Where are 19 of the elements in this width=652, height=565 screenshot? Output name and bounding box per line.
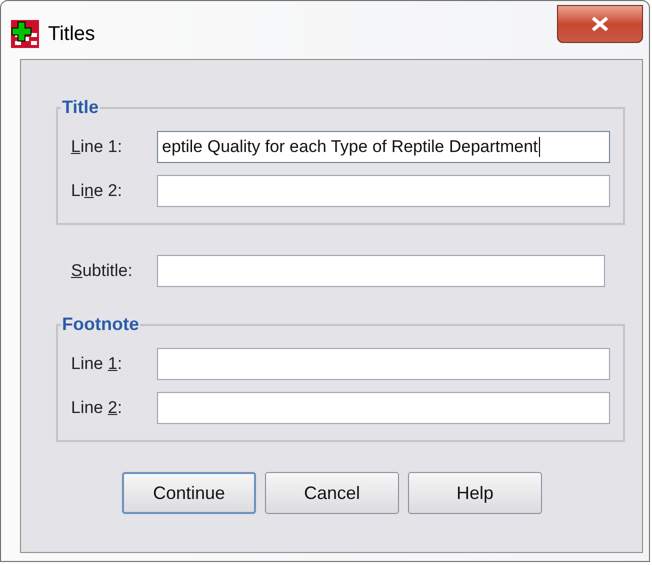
- close-button[interactable]: [557, 5, 643, 43]
- field-label: Line 1:: [71, 353, 124, 376]
- text-field[interactable]: [157, 392, 610, 424]
- dialog-button[interactable]: Help: [408, 472, 542, 514]
- field-label: Subtitle:: [71, 260, 134, 282]
- text-field[interactable]: [157, 255, 605, 287]
- text-field[interactable]: eptile Quality for each Type of Reptile Department: [157, 131, 610, 163]
- text-field[interactable]: [157, 175, 610, 207]
- close-icon: [591, 17, 609, 31]
- group-title: Footnote: [61, 313, 140, 336]
- field-label: Line 2:: [71, 180, 124, 202]
- window-title: Titles: [48, 22, 96, 47]
- field-label: Line 2:: [71, 397, 124, 420]
- field-label: Line 1:: [71, 136, 124, 158]
- text-field[interactable]: [157, 348, 610, 380]
- dialog-button[interactable]: Continue: [122, 472, 256, 514]
- dialog-button[interactable]: Cancel: [265, 472, 399, 514]
- group-title: Title: [61, 96, 100, 119]
- app-icon: [10, 19, 40, 49]
